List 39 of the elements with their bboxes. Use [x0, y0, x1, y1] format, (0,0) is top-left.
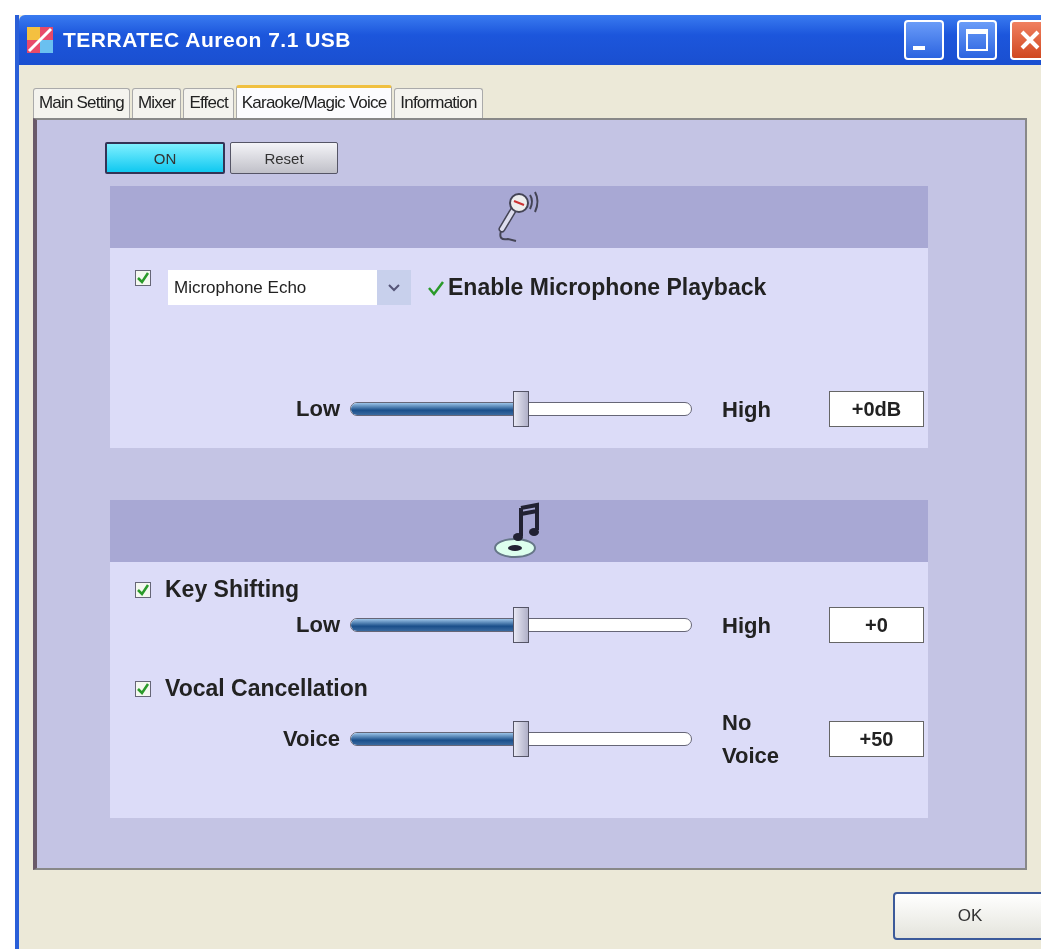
slider-min-label: Low	[295, 612, 341, 638]
slider-thumb[interactable]	[513, 607, 529, 643]
slider-thumb[interactable]	[513, 391, 529, 427]
chevron-down-icon	[388, 283, 400, 292]
control-label: Vocal Cancellation	[165, 675, 368, 702]
slider-thumb[interactable]	[513, 721, 529, 757]
tab[interactable]: Effect	[183, 88, 234, 118]
value-readout: +0dB	[829, 391, 924, 427]
maximize-icon	[965, 28, 989, 52]
close-button[interactable]	[1010, 20, 1041, 60]
minimize-icon	[913, 46, 925, 50]
checkbox[interactable]	[135, 270, 151, 286]
reset-button[interactable]: Reset	[230, 142, 338, 174]
close-icon	[1018, 28, 1041, 52]
value-readout: +50	[829, 721, 924, 757]
window-title: TERRATEC Aureon 7.1 USB	[63, 28, 353, 52]
checkbox[interactable]	[135, 581, 151, 598]
maximize-button[interactable]	[957, 20, 997, 60]
slider-max-label: High	[722, 395, 772, 424]
value-readout: +0	[829, 607, 924, 643]
checkbox[interactable]	[135, 680, 151, 697]
slider-max-label: No Voice	[722, 709, 781, 770]
playback-label: Enable Microphone Playback	[448, 274, 767, 301]
slider-min-label: Low	[295, 396, 341, 422]
ok-button[interactable]: OK	[893, 892, 1041, 940]
slider-min-label: Voice	[281, 726, 341, 752]
slider-track[interactable]	[350, 618, 692, 632]
tab[interactable]: Main Setting	[33, 88, 130, 118]
tab[interactable]: Information	[394, 88, 483, 118]
slider-track[interactable]	[350, 402, 692, 416]
control-label: Key Shifting	[165, 576, 300, 603]
tab[interactable]: Karaoke/Magic Voice	[235, 85, 393, 118]
slider-max-label: High	[722, 611, 772, 640]
tab[interactable]: Mixer	[131, 88, 182, 118]
app-icon	[25, 25, 55, 55]
minimize-button[interactable]	[904, 20, 944, 60]
on-button[interactable]: ON	[105, 142, 225, 174]
slider-track[interactable]	[350, 732, 692, 746]
effect-dropdown[interactable]: Microphone Echo	[168, 270, 411, 305]
